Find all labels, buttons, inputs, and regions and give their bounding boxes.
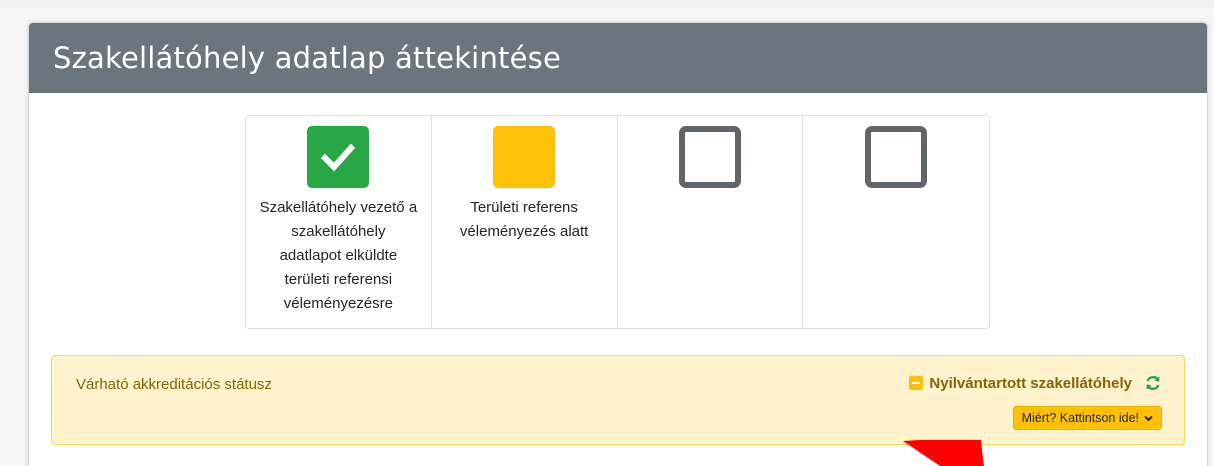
red-arrow-annotation xyxy=(903,440,984,466)
step-1-label: Szakellátóhely vezető a szakellátóhely a… xyxy=(259,199,418,312)
step-3 xyxy=(618,116,804,328)
overview-card: Szakellátóhely adatlap áttekintése Szake… xyxy=(28,22,1208,466)
pending-square-icon xyxy=(493,126,556,188)
why-button-label: Miért? Kattintson ide! xyxy=(1021,411,1139,425)
why-button[interactable]: Miért? Kattintson ide! xyxy=(1012,406,1162,430)
check-icon xyxy=(307,126,370,188)
card-header: Szakellátóhely adatlap áttekintése xyxy=(29,23,1207,93)
empty-square-icon xyxy=(678,126,741,188)
step-2: Területi referens véleményezés alatt xyxy=(432,116,618,328)
refresh-icon[interactable] xyxy=(1144,374,1162,392)
page-title: Szakellátóhely adatlap áttekintése xyxy=(53,41,561,75)
accreditation-status-alert: Várható akkreditációs státusz Nyilvántar… xyxy=(51,355,1185,445)
alert-label: Várható akkreditációs státusz xyxy=(76,376,272,393)
step-2-label: Területi referens véleményezés alatt xyxy=(459,199,589,240)
expected-status: Nyilvántartott szakellátóhely xyxy=(909,374,1162,392)
empty-square-icon xyxy=(865,126,928,188)
minus-square-icon xyxy=(909,376,924,390)
step-1: Szakellátóhely vezető a szakellátóhely a… xyxy=(246,116,432,328)
chevron-down-icon xyxy=(1144,415,1153,422)
status-steps: Szakellátóhely vezető a szakellátóhely a… xyxy=(245,115,990,329)
top-edge xyxy=(0,0,1214,8)
status-text: Nyilvántartott szakellátóhely xyxy=(929,374,1132,392)
step-4 xyxy=(803,116,989,328)
